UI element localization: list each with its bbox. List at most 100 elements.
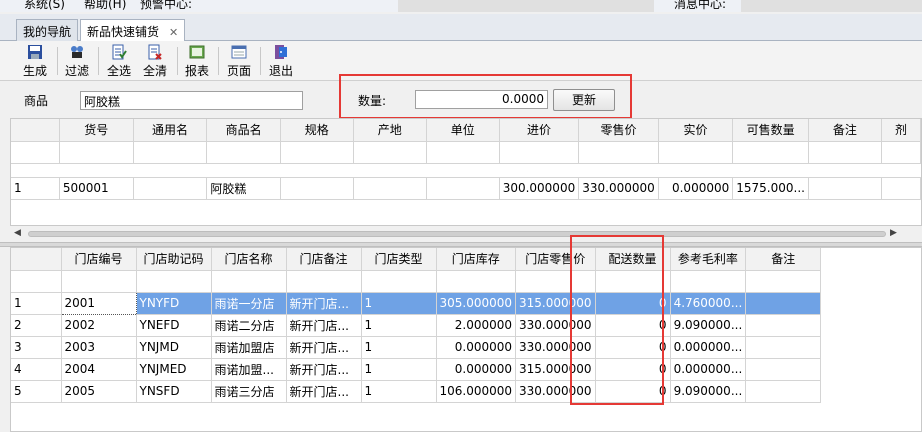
column-header[interactable]: 门店助记码 (136, 248, 212, 271)
cell-store-code[interactable]: 2002 (61, 314, 137, 337)
cell-store-type[interactable]: 1 (361, 358, 437, 381)
column-header[interactable]: 产地 (353, 119, 427, 142)
cell-store-name[interactable]: 雨诺一分店 (211, 292, 287, 315)
cell-store-mnemonic[interactable]: YNEFD (136, 314, 212, 337)
cell-store-name[interactable]: 雨诺二分店 (211, 314, 287, 337)
tab-my-navigation[interactable]: 我的导航 (16, 19, 79, 41)
tab-new-product[interactable]: 新品快速铺货 ✕ (80, 19, 186, 42)
horizontal-scrollbar[interactable]: ◀ ▶ (10, 226, 922, 242)
cell-gross-margin[interactable]: 4.760000... (670, 292, 747, 315)
cell-cost-price[interactable]: 300.000000 (499, 177, 580, 200)
column-header[interactable]: 商品名 (206, 119, 281, 142)
cell-store-stock[interactable]: 0.000000 (436, 358, 517, 381)
column-header[interactable]: 参考毛利率 (670, 248, 747, 271)
column-header[interactable]: 零售价 (578, 119, 659, 142)
column-header[interactable]: 剂 (881, 119, 921, 142)
column-header[interactable]: 实价 (658, 119, 734, 142)
cell-origin[interactable] (353, 177, 427, 200)
cell-generic-name[interactable] (133, 177, 208, 200)
scrollbar-thumb[interactable] (28, 231, 886, 237)
exit-button[interactable]: 退出 (266, 44, 296, 78)
column-header[interactable]: 备注 (808, 119, 882, 142)
report-button[interactable]: 报表 (182, 44, 212, 78)
cell-store-mnemonic[interactable]: YNJMD (136, 336, 212, 359)
cell-store-remark[interactable]: 新开门店... (286, 292, 362, 315)
cell-spec[interactable] (280, 177, 354, 200)
cell-remark[interactable] (745, 292, 822, 315)
cell-remark[interactable] (745, 358, 822, 381)
cell-store-code[interactable]: 2005 (61, 380, 137, 403)
scroll-right-icon[interactable]: ▶ (890, 228, 897, 238)
table-row[interactable]: 4 2004 YNJMED 雨诺加盟... 新开门店... 1 0.000000… (11, 358, 822, 381)
cell-gross-margin[interactable]: 0.000000... (670, 358, 747, 381)
table-row[interactable]: 2 2002 YNEFD 雨诺二分店 新开门店... 1 2.000000 33… (11, 314, 822, 337)
cell-remark[interactable] (745, 336, 822, 359)
clear-all-button[interactable]: 全清 (140, 44, 170, 78)
cell-gross-margin[interactable]: 0.000000... (670, 336, 747, 359)
cell-retail-price[interactable]: 330.000000 (578, 177, 659, 200)
cell-dosage[interactable] (881, 177, 921, 200)
scroll-left-icon[interactable]: ◀ (14, 228, 21, 238)
column-header[interactable]: 门店名称 (211, 248, 287, 271)
column-header[interactable] (11, 248, 62, 271)
column-header[interactable]: 进价 (499, 119, 580, 142)
column-header[interactable]: 门店编号 (61, 248, 137, 271)
cell-remark[interactable] (745, 380, 822, 403)
close-icon[interactable]: ✕ (169, 26, 178, 39)
cell-gross-margin[interactable]: 9.090000... (670, 314, 747, 337)
message-center-label[interactable]: 消息中心: (674, 0, 726, 12)
menu-help[interactable]: 帮助(H) (84, 0, 126, 12)
cell-store-mnemonic[interactable]: YNJMED (136, 358, 212, 381)
table-row[interactable]: 1 2001 YNYFD 雨诺一分店 新开门店... 1 305.000000 … (11, 291, 822, 315)
cell-product-name[interactable]: 阿胶糕 (206, 177, 281, 200)
cell-store-type[interactable]: 1 (361, 292, 437, 315)
column-header[interactable]: 货号 (59, 119, 134, 142)
filter-button[interactable]: 过滤 (62, 44, 92, 78)
column-header[interactable]: 门店备注 (286, 248, 362, 271)
cell-store-remark[interactable]: 新开门店... (286, 380, 362, 403)
menu-system[interactable]: 系统(S) (24, 0, 65, 12)
cell-actual-price[interactable]: 0.000000 (658, 177, 734, 200)
column-header[interactable]: 可售数量 (732, 119, 809, 142)
column-header[interactable] (11, 119, 60, 142)
table-row[interactable]: 5 2005 YNSFD 雨诺三分店 新开门店... 1 106.000000 … (11, 380, 822, 403)
cell-store-code[interactable]: 2001 (60, 291, 137, 315)
cell-store-remark[interactable]: 新开门店... (286, 336, 362, 359)
cell-store-type[interactable]: 1 (361, 314, 437, 337)
table-row[interactable]: 3 2003 YNJMD 雨诺加盟店 新开门店... 1 0.000000 33… (11, 336, 822, 359)
column-header[interactable]: 门店类型 (361, 248, 437, 271)
column-header[interactable]: 单位 (426, 119, 500, 142)
cell-gross-margin[interactable]: 9.090000... (670, 380, 747, 403)
generate-button[interactable]: 生成 (20, 44, 50, 78)
cell-store-mnemonic[interactable]: YNSFD (136, 380, 212, 403)
cell-store-name[interactable]: 雨诺加盟店 (211, 336, 287, 359)
cell-store-stock[interactable]: 305.000000 (436, 292, 517, 315)
cell-store-mnemonic[interactable]: YNYFD (136, 292, 212, 315)
filter-row[interactable] (11, 141, 921, 164)
cell-store-remark[interactable]: 新开门店... (286, 314, 362, 337)
cell-store-code[interactable]: 2003 (61, 336, 137, 359)
filter-row[interactable] (11, 270, 822, 293)
cell-remark[interactable] (808, 177, 882, 200)
column-header[interactable]: 通用名 (133, 119, 208, 142)
cell-store-name[interactable]: 雨诺加盟... (211, 358, 287, 381)
column-header[interactable]: 规格 (280, 119, 354, 142)
page-button[interactable]: 页面 (224, 44, 254, 78)
cell-sku[interactable]: 500001 (59, 177, 134, 200)
cell-unit[interactable] (426, 177, 500, 200)
cell-store-stock[interactable]: 106.000000 (436, 380, 517, 403)
cell-remark[interactable] (745, 314, 822, 337)
select-all-button[interactable]: 全选 (104, 44, 134, 78)
cell-store-stock[interactable]: 2.000000 (436, 314, 517, 337)
cell-store-stock[interactable]: 0.000000 (436, 336, 517, 359)
cell-store-name[interactable]: 雨诺三分店 (211, 380, 287, 403)
product-input[interactable]: 阿胶糕 (80, 91, 303, 110)
column-header[interactable]: 门店库存 (436, 248, 517, 271)
column-header[interactable]: 备注 (745, 248, 822, 271)
cell-store-remark[interactable]: 新开门店... (286, 358, 362, 381)
cell-available-qty[interactable]: 1575.000... (732, 177, 809, 200)
cell-store-type[interactable]: 1 (361, 336, 437, 359)
table-row[interactable]: 1 500001 阿胶糕 300.000000 330.000000 0.000… (11, 177, 921, 200)
cell-store-type[interactable]: 1 (361, 380, 437, 403)
cell-store-code[interactable]: 2004 (61, 358, 137, 381)
